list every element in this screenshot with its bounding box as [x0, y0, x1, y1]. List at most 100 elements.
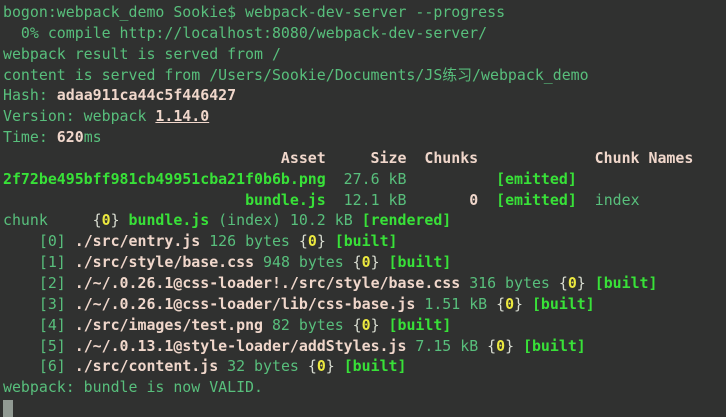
terminal-text-segment: {: [353, 253, 362, 271]
terminal-text-segment: [5]: [3, 337, 75, 355]
terminal-text-segment: 1.51 kB: [415, 295, 496, 313]
terminal-text-segment: [1]: [3, 253, 75, 271]
terminal-text-segment: [0]: [3, 232, 75, 250]
terminal-text-segment: Time:: [3, 128, 57, 146]
terminal-text-segment: 0: [469, 191, 478, 209]
terminal-text-segment: 1.14.0: [155, 107, 209, 125]
time-line: Time: 620ms: [3, 127, 726, 148]
terminal-text-segment: 2f72be495bff981cb49951cba21f0b6b.png: [3, 170, 326, 188]
terminal-text-segment: [4]: [3, 316, 75, 334]
module-row-2: [2] ./~/.0.26.1@css-loader!./src/style/b…: [3, 273, 726, 294]
terminal-text-segment: bogon:webpack_demo Sookie$ webpack-dev-s…: [3, 3, 505, 21]
terminal-text-segment: 0: [317, 357, 326, 375]
terminal-text-segment: 620: [57, 128, 84, 146]
terminal-text-segment: [built]: [595, 274, 658, 292]
terminal-text-segment: 7.15 kB: [406, 337, 487, 355]
terminal-text-segment: [380, 316, 389, 334]
terminal-text-segment: ./~/.0.13.1@style-loader/addStyles.js: [75, 337, 407, 355]
shell-prompt-command: bogon:webpack_demo Sookie$ webpack-dev-s…: [3, 2, 726, 23]
terminal-text-segment: }: [505, 337, 514, 355]
terminal-text-segment: index: [577, 191, 640, 209]
terminal-text-segment: ms: [84, 128, 102, 146]
terminal-text-segment: }: [514, 295, 523, 313]
terminal-text-segment: 0% compile http://localhost:8080/webpack…: [3, 24, 487, 42]
terminal-text-segment: [586, 274, 595, 292]
terminal-text-segment: [326, 232, 335, 250]
terminal-text-segment: 0: [568, 274, 577, 292]
terminal-text-segment: Asset Size Chunks Chunk Names: [3, 149, 693, 167]
terminal-text-segment: }: [577, 274, 586, 292]
terminal-text-segment: {: [308, 357, 317, 375]
terminal-text-segment: bundle.js: [245, 191, 326, 209]
terminal-text-segment: [built]: [344, 357, 407, 375]
terminal-text-segment: ./src/images/test.png: [75, 316, 263, 334]
terminal-text-segment: [built]: [335, 232, 398, 250]
terminal-text-segment: [built]: [532, 295, 595, 313]
terminal-text-segment: ./~/.0.26.1@css-loader!./src/style/base.…: [75, 274, 461, 292]
terminal-text-segment: 0: [505, 295, 514, 313]
terminal-text-segment: [514, 337, 523, 355]
terminal-text-segment: 27.6 kB: [326, 170, 496, 188]
asset-row-png: 2f72be495bff981cb49951cba21f0b6b.png 27.…: [3, 169, 726, 190]
terminal-text-segment: {: [496, 295, 505, 313]
terminal-text-segment: [335, 357, 344, 375]
terminal-text-segment: [6]: [3, 357, 75, 375]
module-row-0: [0] ./src/entry.js 126 bytes {0} [built]: [3, 231, 726, 252]
module-row-4: [4] ./src/images/test.png 82 bytes {0} […: [3, 315, 726, 336]
terminal-text-segment: 0: [102, 211, 111, 229]
terminal-text-segment: ./src/style/base.css: [75, 253, 254, 271]
asset-row-bundle: bundle.js 12.1 kB 0 [emitted] index: [3, 190, 726, 211]
content-served-line: content is served from /Users/Sookie/Doc…: [3, 65, 726, 86]
terminal-text-segment: {: [299, 232, 308, 250]
terminal-text-segment: 0: [362, 316, 371, 334]
terminal-text-segment: [emitted]: [496, 191, 577, 209]
terminal-text-segment: [3]: [3, 295, 75, 313]
terminal-text-segment: {: [487, 337, 496, 355]
terminal-cursor: [3, 400, 13, 417]
terminal-text-segment: adaa911ca44c5f446427: [57, 86, 236, 104]
version-line: Version: webpack 1.14.0: [3, 106, 726, 127]
terminal-text-segment: }: [371, 316, 380, 334]
terminal-text-segment: webpack: bundle is now VALID.: [3, 378, 263, 396]
terminal-text-segment: [built]: [389, 253, 452, 271]
module-row-6: [6] ./src/content.js 32 bytes {0} [built…: [3, 356, 726, 377]
bundle-valid-line: webpack: bundle is now VALID.: [3, 377, 726, 398]
terminal-text-segment: [built]: [523, 337, 586, 355]
terminal-text-segment: Hash:: [3, 86, 57, 104]
terminal-text-segment: ./src/entry.js: [75, 232, 201, 250]
terminal-text-segment: 0: [308, 232, 317, 250]
terminal-text-segment: [380, 253, 389, 271]
stats-header-row: Asset Size Chunks Chunk Names: [3, 148, 726, 169]
terminal-text-segment: }: [326, 357, 335, 375]
terminal-text-segment: }: [317, 232, 326, 250]
terminal-text-segment: [emitted]: [496, 170, 577, 188]
hash-line: Hash: adaa911ca44c5f446427: [3, 85, 726, 106]
module-row-5: [5] ./~/.0.13.1@style-loader/addStyles.j…: [3, 336, 726, 357]
terminal-text-segment: 32 bytes: [218, 357, 308, 375]
terminal-text-segment: [523, 295, 532, 313]
terminal-text-segment: 316 bytes: [460, 274, 559, 292]
terminal-text-segment: {: [559, 274, 568, 292]
result-served-line: webpack result is served from /: [3, 44, 726, 65]
terminal-text-segment: 12.1 kB: [326, 191, 469, 209]
terminal-text-segment: 0: [496, 337, 505, 355]
terminal-text-segment: content is served from /Users/Sookie/Doc…: [3, 66, 589, 84]
terminal-text-segment: [2]: [3, 274, 75, 292]
terminal-text-segment: [rendered]: [362, 211, 452, 229]
terminal-output: bogon:webpack_demo Sookie$ webpack-dev-s…: [3, 2, 726, 398]
terminal-text-segment: [3, 191, 245, 209]
terminal-text-segment: [478, 191, 496, 209]
terminal-text-segment: webpack result is served from /: [3, 45, 281, 63]
terminal-text-segment: ./src/content.js: [75, 357, 218, 375]
terminal-text-segment: 0: [362, 253, 371, 271]
terminal-text-segment: }: [111, 211, 120, 229]
terminal-screen[interactable]: bogon:webpack_demo Sookie$ webpack-dev-s…: [0, 0, 726, 417]
terminal-text-segment: {: [353, 316, 362, 334]
compile-progress-line: 0% compile http://localhost:8080/webpack…: [3, 23, 726, 44]
terminal-text-segment: Version: webpack: [3, 107, 155, 125]
terminal-text-segment: bundle.js: [129, 211, 210, 229]
chunk-row: chunk {0} bundle.js (index) 10.2 kB [ren…: [3, 210, 726, 231]
terminal-text-segment: 948 bytes: [254, 253, 353, 271]
module-row-1: [1] ./src/style/base.css 948 bytes {0} […: [3, 252, 726, 273]
terminal-text-segment: (index) 10.2 kB: [209, 211, 361, 229]
